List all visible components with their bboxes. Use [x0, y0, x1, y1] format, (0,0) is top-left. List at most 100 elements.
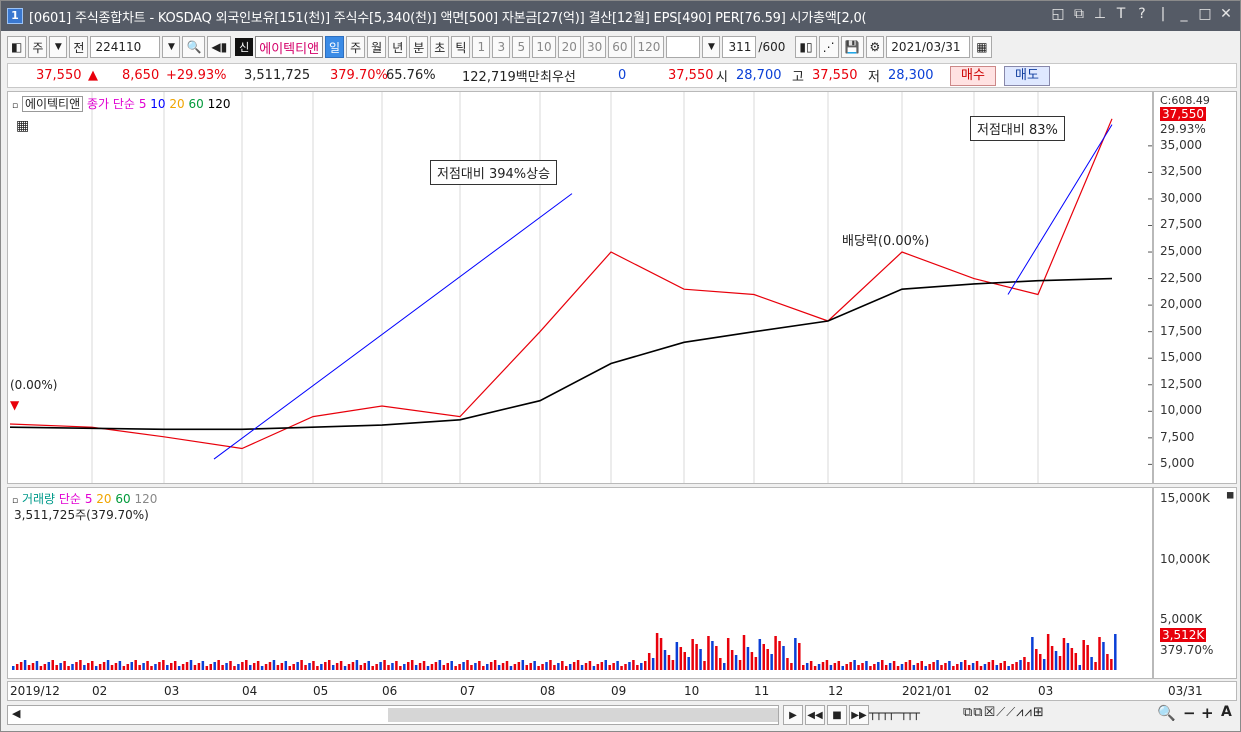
- volume-axis: 15,000K ◼ 10,000K 5,000K 3,512K 379.70%: [1153, 487, 1237, 679]
- window-copy-icon[interactable]: ⧉: [1071, 6, 1087, 22]
- volume-bar: [699, 649, 702, 670]
- unit-30[interactable]: 30: [582, 36, 607, 58]
- volume-bar: [865, 661, 868, 670]
- stock-code-input[interactable]: 224110: [90, 36, 161, 58]
- tab-tick[interactable]: 틱: [451, 36, 471, 58]
- stock-name[interactable]: 에이텍티앤: [255, 36, 324, 58]
- volume-bar: [971, 663, 975, 670]
- code-dropdown-icon[interactable]: ▼: [162, 36, 181, 58]
- volume-bar: [517, 662, 521, 670]
- volume-bar: [920, 661, 923, 670]
- open-label: 시: [716, 70, 728, 85]
- volume-bar: [474, 663, 477, 670]
- volume-bar: [1019, 660, 1022, 670]
- table-icon[interactable]: ▦: [16, 118, 29, 134]
- maximize-icon[interactable]: □: [1197, 6, 1213, 22]
- layout-icon[interactable]: ◧: [7, 36, 27, 58]
- tab-year[interactable]: 년: [388, 36, 408, 58]
- search-icon[interactable]: 🔍: [182, 36, 206, 58]
- stop-icon[interactable]: ■: [827, 705, 847, 725]
- tab-second[interactable]: 초: [430, 36, 450, 58]
- unit-20[interactable]: 20: [557, 36, 581, 58]
- scroll-left-icon[interactable]: ◀: [12, 707, 20, 720]
- pin-icon[interactable]: ⊥: [1092, 6, 1108, 22]
- volume-bar: [59, 663, 62, 670]
- play-icon[interactable]: ▶: [783, 705, 803, 725]
- volume-bar: [276, 665, 280, 670]
- volume-bar: [707, 636, 710, 670]
- sell-button[interactable]: 매도: [1004, 66, 1050, 86]
- volume-bar: [967, 665, 971, 670]
- volume-bar: [316, 666, 319, 670]
- volume-pane[interactable]: ▫ 거래량 단순 5 20 60 120 3,511,725주(379.70%): [7, 487, 1153, 679]
- scroll-thumb[interactable]: [388, 708, 778, 722]
- unit-3[interactable]: 3: [492, 36, 511, 58]
- x-axis: 2019/12 02 03 04 05 06 07 08 09 10 11 12…: [7, 681, 1237, 701]
- volume-bar: [979, 666, 983, 670]
- zoom-search-icon[interactable]: 🔍: [1157, 704, 1176, 722]
- period-type-select[interactable]: 주: [28, 36, 48, 58]
- unit-custom-input[interactable]: [666, 36, 701, 58]
- unit-10[interactable]: 10: [532, 36, 556, 58]
- volume-bar: [328, 660, 331, 670]
- gear-icon[interactable]: ⚙: [865, 36, 885, 58]
- legend-square-icon: ▫: [12, 496, 19, 506]
- window-layout-icon[interactable]: ◱: [1050, 6, 1066, 22]
- volume-bar: [983, 664, 987, 670]
- unit-dropdown-icon[interactable]: ▼: [702, 36, 721, 58]
- screen-number-badge[interactable]: 1: [7, 8, 23, 24]
- unit-1[interactable]: 1: [472, 36, 491, 58]
- tab-day[interactable]: 일: [325, 36, 345, 58]
- volume-bar: [466, 660, 469, 670]
- first-icon[interactable]: ◀◀: [805, 705, 825, 725]
- date-input[interactable]: 2021/03/31: [886, 36, 971, 58]
- volume-bar: [79, 660, 82, 670]
- volume-bar: [1074, 653, 1078, 670]
- calendar-icon[interactable]: ▦: [972, 36, 992, 58]
- close-icon[interactable]: ✕: [1218, 6, 1234, 22]
- help-icon[interactable]: ?: [1134, 6, 1150, 22]
- volume-settings-icon[interactable]: ◼: [1226, 490, 1234, 501]
- volume-legend: ▫ 거래량 단순 5 20 60 120: [12, 490, 157, 507]
- count-input[interactable]: 311: [722, 36, 757, 58]
- unit-60[interactable]: 60: [608, 36, 632, 58]
- volume-bar: [687, 657, 690, 670]
- x-label: 08: [540, 684, 556, 698]
- volume-bar: [75, 662, 78, 670]
- volume-bar: [738, 660, 742, 670]
- volume-bar: [730, 650, 734, 670]
- prev-button[interactable]: 전: [69, 36, 89, 58]
- tab-month[interactable]: 월: [367, 36, 387, 58]
- horizontal-scrollbar[interactable]: ◀: [7, 705, 779, 725]
- font-size-icon[interactable]: A: [1221, 704, 1232, 720]
- minimize-icon[interactable]: _: [1176, 6, 1192, 22]
- drawing-tools-icons[interactable]: ⧉⧉☒⟋⟋⩘⩘⊞: [963, 705, 1045, 720]
- volume-bar: [869, 666, 872, 670]
- x-label: 04: [242, 684, 258, 698]
- unit-5[interactable]: 5: [512, 36, 531, 58]
- font-icon[interactable]: T: [1113, 6, 1129, 22]
- candle-type-icon[interactable]: ▮▯: [795, 36, 817, 58]
- chevron-down-icon[interactable]: ▼: [49, 36, 68, 58]
- volume-bar: [1050, 646, 1054, 670]
- volume-bar: [695, 644, 698, 670]
- line-tool-icon[interactable]: ⋰: [818, 36, 839, 58]
- sound-icon[interactable]: ◀▮: [207, 36, 232, 58]
- tab-week[interactable]: 주: [346, 36, 366, 58]
- last-icon[interactable]: ▶▶: [849, 705, 869, 725]
- zoom-ruler-icon[interactable]: ┬┬┬┬─┬┬┬: [869, 706, 920, 720]
- unit-120[interactable]: 120: [633, 36, 665, 58]
- legend-stock-name[interactable]: 에이텍티앤: [21, 96, 84, 112]
- save-icon[interactable]: 💾: [840, 36, 864, 58]
- volume-label: 거래량: [21, 492, 56, 506]
- volume-bar: [47, 662, 51, 670]
- volume-bar: [264, 664, 268, 670]
- volume-bar: [1078, 665, 1081, 670]
- zoom-out-icon[interactable]: −: [1183, 704, 1196, 722]
- volume-bar: [331, 665, 335, 670]
- price-pane[interactable]: ▫ 에이텍티앤 종가 단순 5 10 20 60 120 ▦ (0.00%) ▼…: [7, 91, 1153, 484]
- volume-bar: [55, 665, 58, 670]
- zoom-in-icon[interactable]: +: [1201, 704, 1214, 722]
- tab-minute[interactable]: 분: [409, 36, 429, 58]
- buy-button[interactable]: 매수: [950, 66, 996, 86]
